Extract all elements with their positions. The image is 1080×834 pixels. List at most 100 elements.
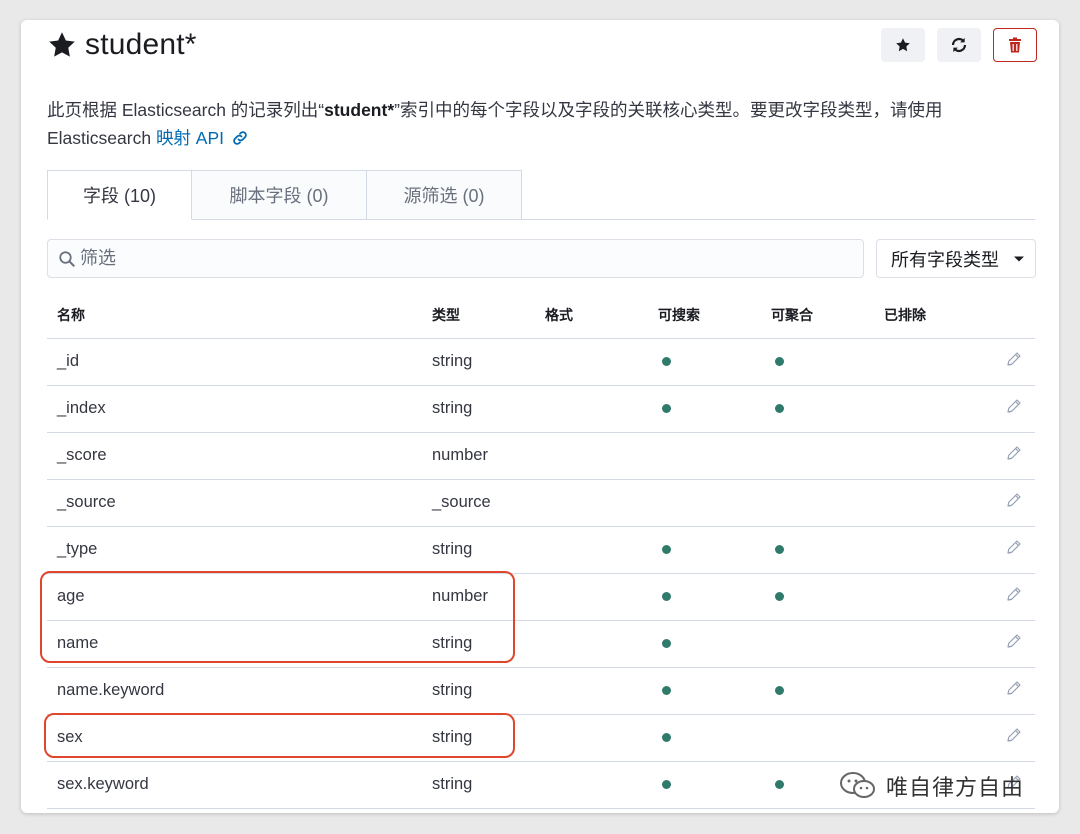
table-row: name string [47, 620, 1035, 668]
dot-icon [662, 357, 671, 366]
header-format[interactable]: 格式 [535, 292, 648, 339]
field-actions [994, 385, 1035, 433]
edit-field-button[interactable] [1005, 587, 1023, 607]
field-format [535, 761, 648, 809]
field-type: string [422, 667, 535, 715]
pencil-icon [1007, 634, 1021, 648]
field-excluded [874, 385, 994, 433]
header-excluded[interactable]: 已排除 [874, 292, 994, 339]
field-name: age [47, 573, 422, 621]
dot-icon [662, 592, 671, 601]
field-aggregatable [761, 667, 874, 715]
field-searchable [648, 479, 761, 527]
edit-field-button[interactable] [1005, 540, 1023, 560]
field-name: _id [47, 338, 422, 386]
field-format [535, 338, 648, 386]
table-row: _source _source [47, 479, 1035, 527]
header-searchable[interactable]: 可搜索 [648, 292, 761, 339]
dot-icon [775, 545, 784, 554]
field-type: number [422, 432, 535, 480]
field-aggregatable [761, 338, 874, 386]
field-actions [994, 667, 1035, 715]
tab-scripted-fields[interactable]: 脚本字段 (0) [192, 170, 367, 220]
edit-field-button[interactable] [1005, 681, 1023, 701]
table-row: _type string [47, 526, 1035, 574]
header-name[interactable]: 名称 [47, 292, 422, 339]
field-type: string [422, 714, 535, 762]
field-aggregatable [761, 620, 874, 668]
wechat-icon [840, 772, 875, 798]
refresh-icon [951, 37, 967, 53]
table-row: _index string [47, 385, 1035, 433]
refresh-fields-button[interactable] [937, 28, 981, 62]
caret-down-icon [1014, 256, 1024, 261]
dot-icon [775, 780, 784, 789]
field-excluded [874, 432, 994, 480]
edit-field-button[interactable] [1005, 352, 1023, 372]
pencil-icon [1007, 446, 1021, 460]
field-actions [994, 620, 1035, 668]
field-format [535, 432, 648, 480]
filter-input[interactable] [80, 248, 840, 269]
field-excluded [874, 338, 994, 386]
field-type-select-label: 所有字段类型 [891, 249, 999, 270]
dot-icon [662, 545, 671, 554]
edit-field-button[interactable] [1005, 634, 1023, 654]
dot-icon [662, 404, 671, 413]
watermark-text: 唯自律方自由 [886, 775, 1025, 800]
pencil-icon [1007, 728, 1021, 742]
field-excluded [874, 620, 994, 668]
table-row: age number [47, 573, 1035, 621]
field-aggregatable [761, 385, 874, 433]
search-icon [59, 250, 75, 267]
dot-icon [775, 686, 784, 695]
pencil-icon [1007, 587, 1021, 601]
dot-icon [775, 592, 784, 601]
field-actions [994, 479, 1035, 527]
set-default-button[interactable] [881, 28, 925, 62]
header-aggregatable[interactable]: 可聚合 [761, 292, 874, 339]
dot-icon [662, 780, 671, 789]
dot-icon [775, 357, 784, 366]
field-actions [994, 338, 1035, 386]
field-type: string [422, 385, 535, 433]
edit-field-button[interactable] [1005, 399, 1023, 419]
field-searchable [648, 714, 761, 762]
field-aggregatable [761, 714, 874, 762]
tab-fields[interactable]: 字段 (10) [47, 170, 192, 220]
tab-source-filters[interactable]: 源筛选 (0) [367, 170, 522, 220]
fields-table: 名称 类型 格式 可搜索 可聚合 已排除 _id string _index str… [47, 292, 1035, 809]
table-row: sex string [47, 714, 1035, 762]
field-excluded [874, 667, 994, 715]
field-actions [994, 714, 1035, 762]
field-excluded [874, 479, 994, 527]
field-searchable [648, 573, 761, 621]
table-row: _id string [47, 338, 1035, 386]
field-name: _type [47, 526, 422, 574]
star-icon [896, 38, 910, 52]
delete-index-pattern-button[interactable] [993, 28, 1037, 62]
field-searchable [648, 338, 761, 386]
field-searchable [648, 761, 761, 809]
field-searchable [648, 385, 761, 433]
field-aggregatable [761, 432, 874, 480]
trash-icon [1009, 37, 1021, 53]
edit-field-button[interactable] [1005, 446, 1023, 466]
field-name: name [47, 620, 422, 668]
edit-field-button[interactable] [1005, 728, 1023, 748]
field-format [535, 714, 648, 762]
dot-icon [662, 639, 671, 648]
field-type-select[interactable]: 所有字段类型 [876, 239, 1036, 278]
mapping-api-link-label: 映射 API [155, 128, 225, 148]
description-text: 此页根据 Elasticsearch 的记录列出“ [47, 100, 325, 120]
field-format [535, 620, 648, 668]
header-type[interactable]: 类型 [422, 292, 535, 339]
mapping-api-link[interactable]: 映射 API [156, 128, 249, 148]
pencil-icon [1007, 540, 1021, 554]
field-aggregatable [761, 573, 874, 621]
star-icon [49, 32, 75, 57]
edit-field-button[interactable] [1005, 493, 1023, 513]
field-name: _score [47, 432, 422, 480]
tabs: 字段 (10) 脚本字段 (0) 源筛选 (0) [47, 170, 1035, 220]
index-pattern-card: student* 此页根据 Elasticsearch 的记录列出“studen… [21, 20, 1059, 813]
